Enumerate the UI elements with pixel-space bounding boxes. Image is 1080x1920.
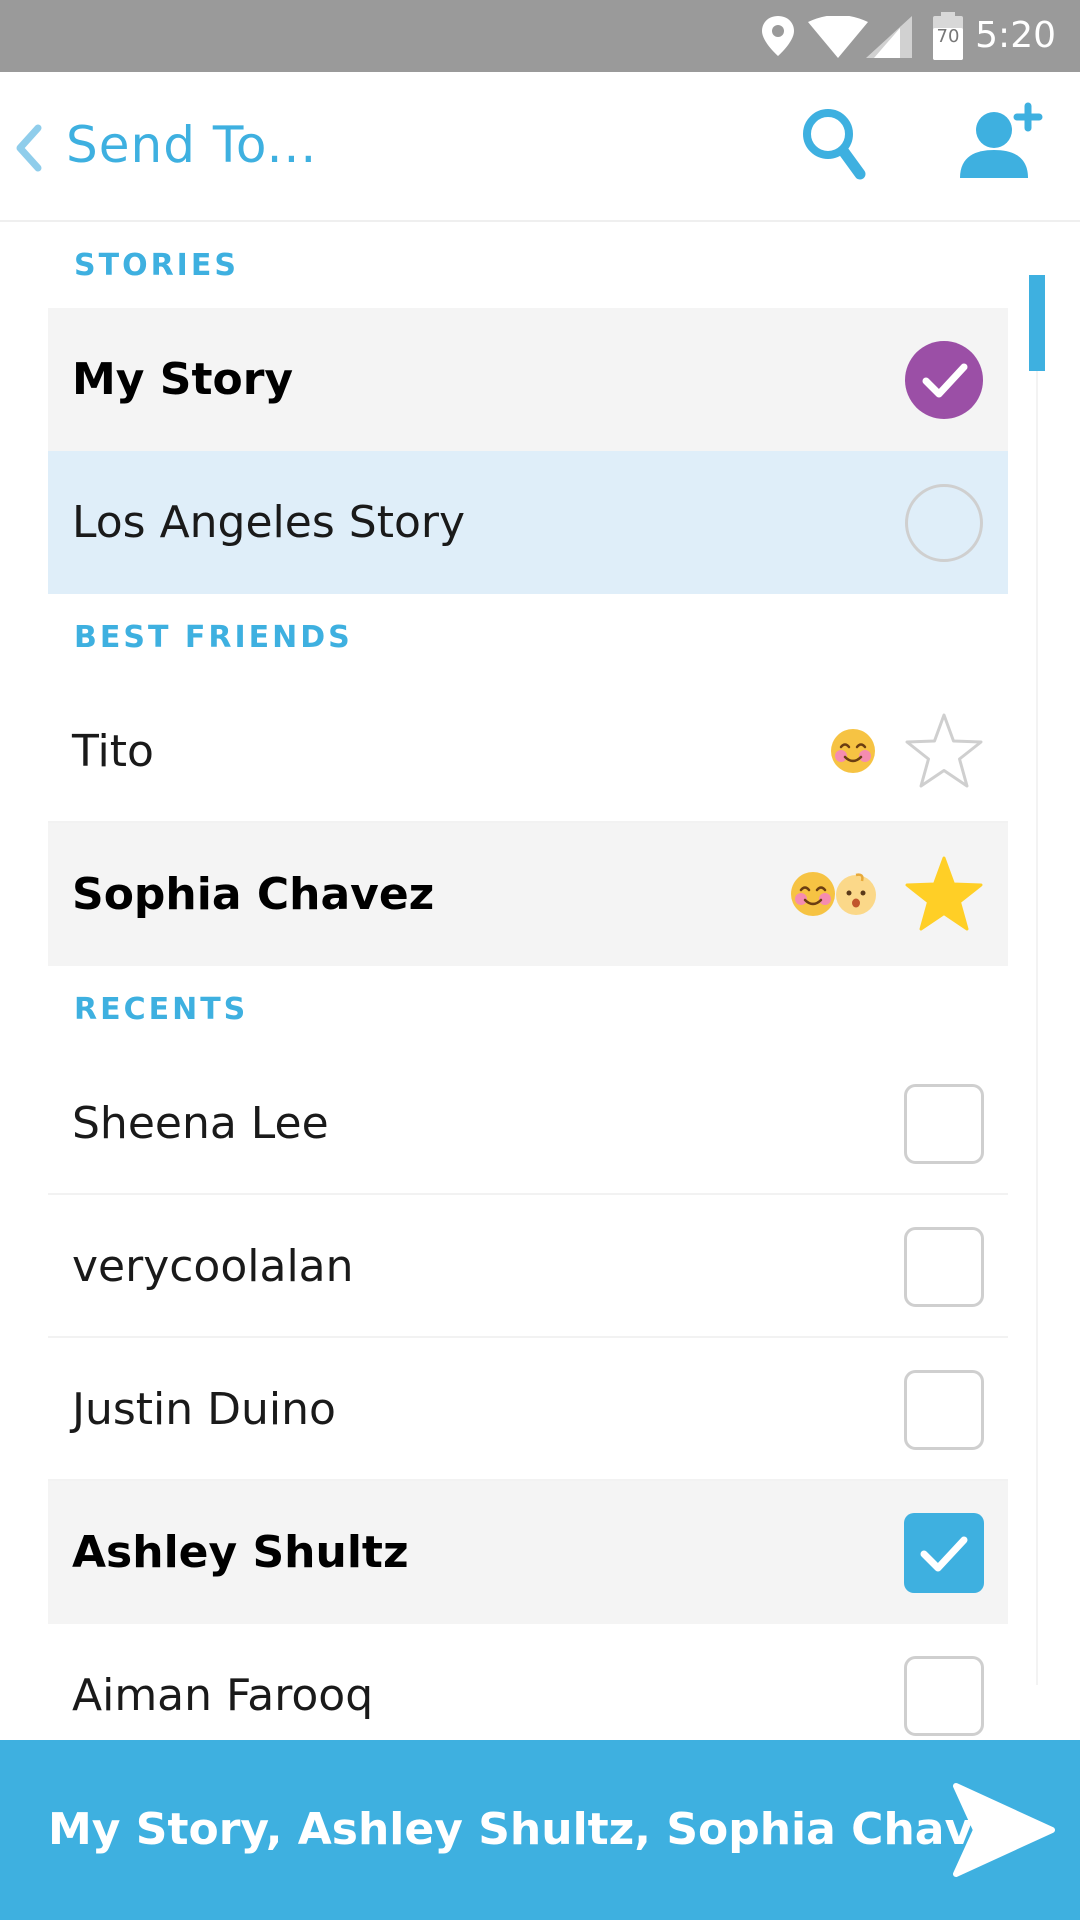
section-header-best-friends: BEST FRIENDS (74, 620, 353, 655)
smiling-blush-emoji (831, 729, 875, 773)
section-header-stories: STORIES (74, 248, 239, 283)
list-item-justin-duino[interactable]: Justin Duino (48, 1338, 1008, 1481)
friend-name: Sophia Chavez (72, 869, 435, 920)
unchecked-circle-icon[interactable] (904, 483, 984, 563)
unchecked-box-icon[interactable] (904, 1227, 984, 1307)
baby-emoji (836, 873, 876, 915)
star-outline-icon[interactable] (904, 712, 984, 792)
cell-signal-icon (866, 16, 912, 58)
unchecked-box-icon[interactable] (904, 1370, 984, 1450)
search-icon[interactable] (800, 106, 868, 186)
story-name: My Story (72, 354, 294, 405)
friend-name: Justin Duino (72, 1384, 336, 1435)
friend-name: Sheena Lee (72, 1098, 329, 1149)
send-bar[interactable]: My Story, Ashley Shultz, Sophia Chavez (0, 1740, 1080, 1920)
list-item-los-angeles-story[interactable]: Los Angeles Story (48, 451, 1008, 594)
list-item-sophia-chavez[interactable]: Sophia Chavez (48, 823, 1008, 966)
location-pin-icon (762, 16, 794, 56)
scrollbar-track[interactable] (1036, 275, 1038, 1685)
list-item-sheena-lee[interactable]: Sheena Lee (48, 1052, 1008, 1195)
list-item-aiman-farooq[interactable]: Aiman Farooq (48, 1624, 1008, 1740)
selected-recipients: My Story, Ashley Shultz, Sophia Chavez (48, 1804, 1029, 1855)
friend-name: verycoolalan (72, 1241, 354, 1292)
add-friend-icon[interactable] (958, 102, 1044, 182)
chevron-left-icon[interactable] (12, 124, 46, 172)
recipient-list[interactable]: STORIES My Story Los Angeles Story BEST … (48, 222, 1008, 1740)
list-item-tito[interactable]: Tito (48, 680, 1008, 823)
story-name: Los Angeles Story (72, 497, 465, 548)
section-header-recents: RECENTS (74, 992, 249, 1027)
unchecked-box-icon[interactable] (904, 1084, 984, 1164)
smiling-blush-emoji (791, 872, 835, 916)
checked-box-icon[interactable] (904, 1513, 984, 1593)
app-header: Send To... (0, 72, 1080, 222)
friend-name: Ashley Shultz (72, 1527, 409, 1578)
friend-name: Tito (72, 726, 154, 777)
friend-name: Aiman Farooq (72, 1670, 374, 1721)
unchecked-box-icon[interactable] (904, 1656, 984, 1736)
list-item-verycoolalan[interactable]: verycoolalan (48, 1195, 1008, 1338)
checked-circle-icon[interactable] (904, 340, 984, 420)
status-time: 5:20 (975, 15, 1056, 56)
list-item-ashley-shultz[interactable]: Ashley Shultz (48, 1481, 1008, 1624)
send-arrow-icon[interactable] (948, 1780, 1058, 1880)
battery-level: 70 (936, 26, 960, 47)
list-item-my-story[interactable]: My Story (48, 308, 1008, 451)
wifi-icon (808, 16, 868, 58)
page-title: Send To... (66, 116, 318, 174)
scrollbar-thumb[interactable] (1029, 275, 1045, 371)
status-bar: 70 5:20 (0, 0, 1080, 72)
star-filled-icon[interactable] (904, 855, 984, 935)
